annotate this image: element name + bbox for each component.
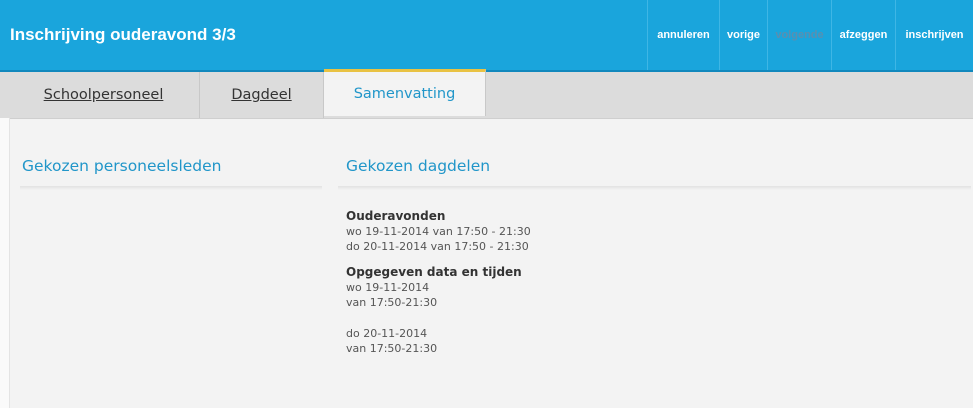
register-button[interactable]: inschrijven <box>895 0 973 70</box>
parent-evening-line: wo 19-11-2014 van 17:50 - 21:30 <box>346 225 531 238</box>
page-title: Inschrijving ouderavond 3/3 <box>10 25 236 44</box>
cancel-button[interactable]: annuleren <box>647 0 719 70</box>
given-date: do 20-11-2014 <box>346 327 428 340</box>
given-date: wo 19-11-2014 <box>346 281 430 294</box>
tab-dagdeel[interactable]: Dagdeel <box>200 72 324 118</box>
given-time: van 17:50-21:30 <box>346 296 438 309</box>
right-divider <box>338 186 971 190</box>
previous-button[interactable]: vorige <box>719 0 767 70</box>
tab-schoolpersoneel[interactable]: Schoolpersoneel <box>8 72 200 118</box>
parent-evenings-title: Ouderavonden <box>346 209 446 223</box>
tab-samenvatting[interactable]: Samenvatting <box>324 69 486 116</box>
tab-label: Schoolpersoneel <box>43 87 164 103</box>
cancel-registration-button[interactable]: afzeggen <box>831 0 895 70</box>
tab-label: Samenvatting <box>353 86 456 102</box>
parent-evening-line: do 20-11-2014 van 17:50 - 21:30 <box>346 240 529 253</box>
next-button: volgende <box>767 0 831 70</box>
tab-label: Dagdeel <box>231 87 292 103</box>
left-divider <box>20 186 322 190</box>
selected-staff-heading: Gekozen personeelsleden <box>22 157 222 175</box>
left-panel-edge <box>0 118 10 408</box>
given-time: van 17:50-21:30 <box>346 342 438 355</box>
tab-bar: Schoolpersoneel Dagdeel Samenvatting <box>0 69 973 119</box>
selected-dayparts-heading: Gekozen dagdelen <box>346 157 491 175</box>
summary-content: Ouderavonden wo 19-11-2014 van 17:50 - 2… <box>346 209 531 356</box>
given-dates-title: Opgegeven data en tijden <box>346 265 522 279</box>
toolbar: annuleren vorige volgende afzeggen insch… <box>647 0 973 70</box>
header-bar: Inschrijving ouderavond 3/3 annuleren vo… <box>0 0 973 72</box>
